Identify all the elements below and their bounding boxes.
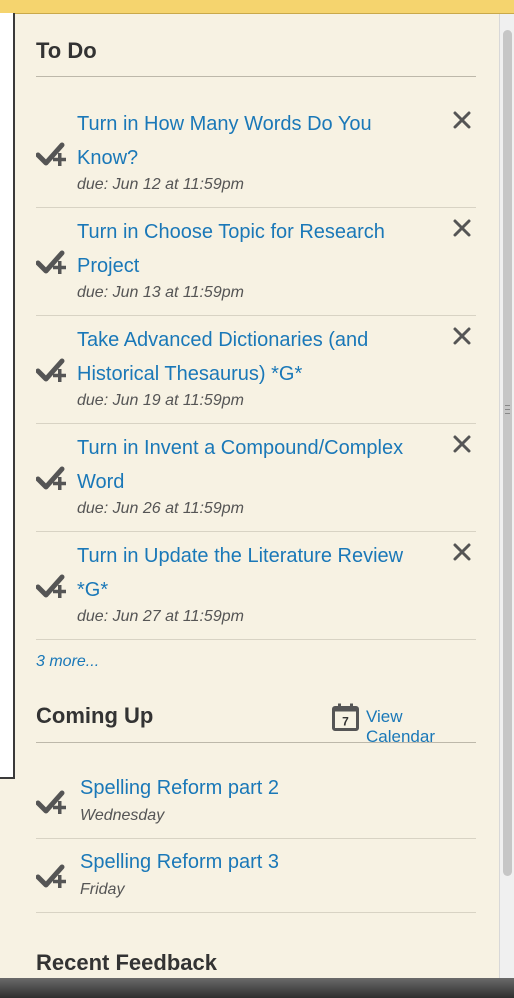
close-icon[interactable]	[452, 326, 472, 346]
taskbar	[0, 978, 514, 998]
coming-up-item-title[interactable]: Spelling Reform part 2	[80, 777, 279, 800]
todo-heading-divider	[36, 76, 476, 77]
view-calendar-link[interactable]: 7 View Calendar	[332, 703, 476, 746]
checkmark-plus-icon	[36, 250, 66, 274]
todo-item-due: due: Jun 13 at 11:59pm	[77, 284, 244, 301]
checkmark-plus-icon	[36, 790, 66, 814]
top-bar	[0, 0, 514, 14]
todo-item-due: due: Jun 27 at 11:59pm	[77, 608, 244, 625]
coming-up-item-title[interactable]: Spelling Reform part 3	[80, 851, 279, 874]
item-divider	[36, 639, 476, 640]
coming-up-item-day: Wednesday	[80, 807, 165, 824]
todo-item: Turn in How Many Words Do You Know? due: …	[36, 100, 476, 208]
coming-up-divider	[36, 742, 476, 743]
todo-item-due: due: Jun 26 at 11:59pm	[77, 500, 244, 517]
scrollbar-grip-icon	[505, 405, 510, 414]
coming-up-item: Spelling Reform part 2 Wednesday	[36, 777, 476, 851]
coming-up-heading: Coming Up	[36, 703, 154, 728]
left-panel-edge	[0, 13, 15, 779]
show-more-link[interactable]: 3 more...	[36, 653, 99, 671]
close-icon[interactable]	[452, 434, 472, 454]
coming-up-item-day: Friday	[80, 881, 125, 898]
coming-up-item: Spelling Reform part 3 Friday	[36, 851, 476, 925]
checkmark-plus-icon	[36, 574, 66, 598]
checkmark-plus-icon	[36, 142, 66, 166]
todo-item-title[interactable]: Take Advanced Dictionaries (and Historica…	[77, 323, 427, 391]
todo-item: Turn in Update the Literature Review *G* …	[36, 532, 476, 640]
calendar-icon: 7	[332, 703, 359, 731]
todo-item: Turn in Invent a Compound/Complex Word du…	[36, 424, 476, 532]
close-icon[interactable]	[452, 542, 472, 562]
vertical-scrollbar[interactable]	[499, 14, 514, 978]
todo-item-due: due: Jun 12 at 11:59pm	[77, 176, 244, 193]
todo-item-title[interactable]: Turn in Choose Topic for Research Project	[77, 215, 427, 283]
item-divider	[36, 838, 476, 839]
recent-feedback-heading: Recent Feedback	[36, 950, 217, 975]
checkmark-plus-icon	[36, 358, 66, 382]
item-divider	[36, 912, 476, 913]
todo-item: Turn in Choose Topic for Research Project…	[36, 208, 476, 316]
todo-item: Take Advanced Dictionaries (and Historica…	[36, 316, 476, 424]
close-icon[interactable]	[452, 218, 472, 238]
calendar-day-number: 7	[342, 715, 349, 729]
todo-item-title[interactable]: Turn in Update the Literature Review *G*	[77, 539, 427, 607]
todo-heading: To Do	[36, 38, 97, 63]
scrollbar-thumb[interactable]	[503, 30, 512, 876]
todo-item-title[interactable]: Turn in How Many Words Do You Know?	[77, 107, 427, 175]
close-icon[interactable]	[452, 110, 472, 130]
todo-item-due: due: Jun 19 at 11:59pm	[77, 392, 244, 409]
todo-item-title[interactable]: Turn in Invent a Compound/Complex Word	[77, 431, 427, 499]
checkmark-plus-icon	[36, 864, 66, 888]
checkmark-plus-icon	[36, 466, 66, 490]
view-calendar-label: View Calendar	[366, 707, 435, 746]
